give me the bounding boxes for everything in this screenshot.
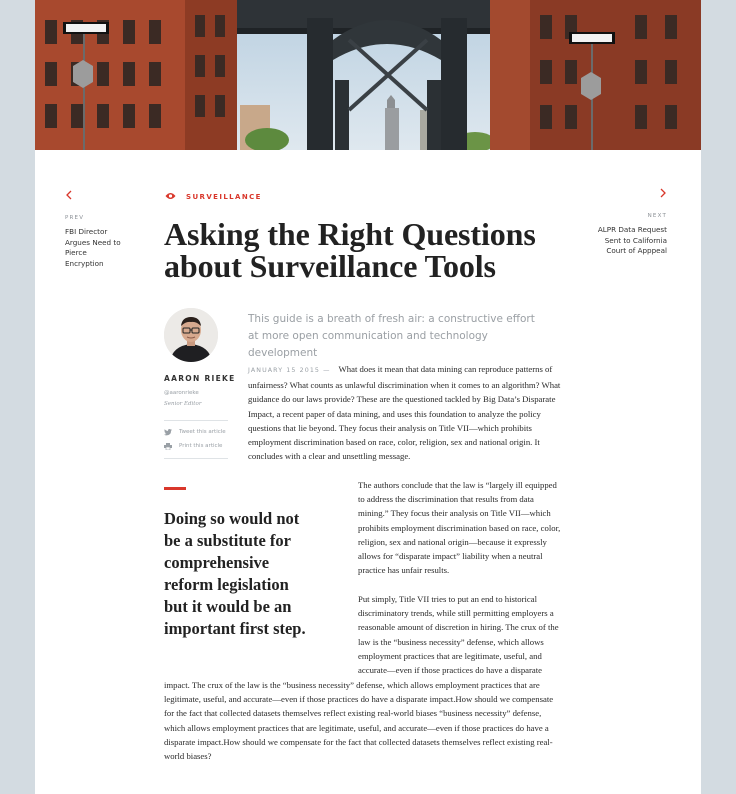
article-lead: This guide is a breath of fresh air: a c… [248,313,535,359]
article-paragraph: impact. The crux of the law is the “busi… [164,680,554,762]
hero-image [35,0,701,150]
tweet-article-link[interactable]: Tweet this article [164,428,226,436]
print-article-label: Print this article [179,443,223,449]
next-label: NEXT [647,213,667,219]
divider [164,458,228,459]
category-label: SURVEILLANCE [186,193,262,201]
article-page: PREV FBI Director Argues Need to Pierce … [35,0,701,794]
author-role: Senior Editor [164,401,202,407]
prev-label: PREV [65,215,85,221]
author-avatar [164,308,218,362]
article-paragraph: JANUARY 15 2015 — What does it mean that … [248,364,561,462]
article-paragraph: Put simply, Title VII tries to put an en… [358,594,559,676]
next-article-link[interactable]: NEXT ALPR Data Request Sent to Californi… [597,188,667,257]
author-handle[interactable]: @aaronrieke [164,390,199,396]
pull-quote: Doing so would not be a substitute for c… [164,509,306,638]
chevron-left-icon[interactable] [65,190,125,203]
chevron-right-icon[interactable] [597,188,667,201]
eye-icon [165,192,176,202]
tweet-article-label: Tweet this article [179,429,226,435]
article-date: JANUARY 15 2015 — [248,367,331,374]
printer-icon [164,442,174,450]
article-paragraph: The authors conclude that the law is “la… [358,480,561,576]
twitter-icon [164,428,174,436]
divider [164,420,228,421]
prev-article-title[interactable]: FBI Director Argues Need to Pierce Encry… [65,227,125,269]
prev-article-link[interactable]: PREV FBI Director Argues Need to Pierce … [65,190,125,269]
category-tag[interactable]: SURVEILLANCE [165,192,262,202]
next-article-title[interactable]: ALPR Data Request Sent to California Cou… [597,225,667,257]
author-name[interactable]: AARON RIEKE [164,374,236,383]
pull-quote-accent [164,487,186,490]
article-title: Asking the Right Questions about Surveil… [164,216,536,284]
print-article-link[interactable]: Print this article [164,442,222,450]
